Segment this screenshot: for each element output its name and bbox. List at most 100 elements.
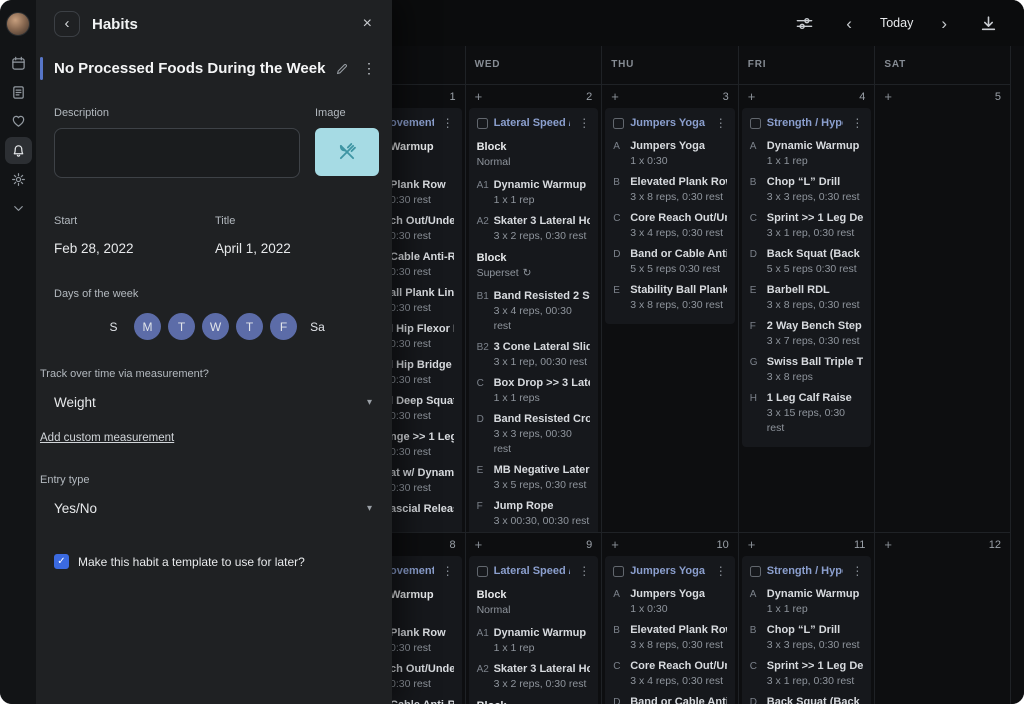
- exercise-item[interactable]: CSprint >> 1 Leg Declarations3 x 1 rep, …: [742, 656, 872, 692]
- today-button[interactable]: Today: [880, 16, 913, 30]
- habit-kebab-menu-icon[interactable]: ⋮: [362, 60, 376, 77]
- exercise-name: Core Reach Out/Under: [630, 211, 727, 226]
- exercise-item[interactable]: A1Dynamic Warmup1 x 1 rep: [469, 623, 599, 659]
- template-checkbox[interactable]: ✓: [54, 554, 69, 569]
- download-button[interactable]: [975, 10, 1002, 37]
- exercise-item[interactable]: CCore Reach Out/Under3 x 4 reps, 0:30 re…: [605, 208, 735, 244]
- workout-checkbox[interactable]: [477, 566, 488, 577]
- exercise-item[interactable]: ADynamic Warmup1 x 1 rep: [742, 136, 872, 172]
- exercise-item[interactable]: A2Skater 3 Lateral Hops >> ...3 x 2 reps…: [469, 659, 599, 695]
- habit-image-thumbnail[interactable]: [315, 128, 379, 176]
- exercise-item[interactable]: CSprint >> 1 Leg Declarations3 x 1 rep, …: [742, 208, 872, 244]
- nav-habits[interactable]: [5, 137, 32, 164]
- exercise-item[interactable]: B1Band Resisted 2 Step Late...3 x 4 reps…: [469, 286, 599, 337]
- user-avatar[interactable]: [6, 12, 30, 36]
- description-input[interactable]: [54, 128, 300, 178]
- workout-checkbox[interactable]: [750, 118, 761, 129]
- day-toggle-t[interactable]: T: [236, 313, 263, 340]
- exercise-name-row: H1 Leg Calf Raise: [750, 391, 864, 406]
- exercise-item[interactable]: CCore Reach Out/Under3 x 4 reps, 0:30 re…: [605, 656, 735, 692]
- exercise-item[interactable]: AJumpers Yoga1 x 0:30: [605, 584, 735, 620]
- add-custom-measurement-link[interactable]: Add custom measurement: [40, 432, 174, 444]
- add-workout-icon[interactable]: +: [611, 90, 619, 103]
- day-toggle-s[interactable]: S: [100, 313, 127, 340]
- panel-title: Habits: [92, 16, 347, 33]
- measurement-select[interactable]: Weight ▾: [54, 395, 372, 410]
- nav-expand[interactable]: [5, 195, 32, 222]
- kebab-menu-icon[interactable]: ⋮: [713, 116, 729, 130]
- exercise-item[interactable]: DBack Squat (Back Off Set)5 x 5 reps 0:3…: [742, 692, 872, 704]
- workout-checkbox[interactable]: [477, 118, 488, 129]
- add-workout-icon[interactable]: +: [884, 90, 892, 103]
- day-toggle-f[interactable]: F: [270, 313, 297, 340]
- workout-card[interactable]: Strength / Hypertro...⋮ADynamic Warmup1 …: [742, 108, 872, 447]
- close-icon[interactable]: ×: [359, 13, 376, 35]
- end-date-field[interactable]: April 1, 2022: [215, 241, 291, 256]
- exercise-item[interactable]: DBack Squat (Back Off Set)5 x 5 reps 0:3…: [742, 244, 872, 280]
- back-button[interactable]: ‹: [54, 11, 80, 37]
- workout-card[interactable]: Jumpers Yoga / Core⋮AJumpers Yoga1 x 0:3…: [605, 556, 735, 704]
- filter-sliders-button[interactable]: [791, 10, 818, 37]
- exercise-item[interactable]: A1Dynamic Warmup1 x 1 rep: [469, 175, 599, 211]
- exercise-name-row: BElevated Plank Row: [613, 623, 727, 638]
- nav-health[interactable]: [5, 108, 32, 135]
- workout-title-row: Strength / Hypertro...⋮: [742, 559, 872, 584]
- nav-calendar[interactable]: [5, 50, 32, 77]
- kebab-menu-icon[interactable]: ⋮: [440, 116, 456, 130]
- exercise-item[interactable]: GSwiss Ball Triple Threat3 x 8 reps: [742, 352, 872, 388]
- exercise-item[interactable]: DBand Resisted Crossover...3 x 3 reps, 0…: [469, 409, 599, 460]
- exercise-item[interactable]: BElevated Plank Row3 x 8 reps, 0:30 rest: [605, 172, 735, 208]
- exercise-name-row: DBack Squat (Back Off Set): [750, 695, 864, 704]
- exercise-item[interactable]: H1 Leg Calf Raise3 x 15 reps, 0:30 rest: [742, 388, 872, 439]
- workout-card[interactable]: Jumpers Yoga / Core⋮AJumpers Yoga1 x 0:3…: [605, 108, 735, 324]
- exercise-item[interactable]: ADynamic Warmup1 x 1 rep: [742, 584, 872, 620]
- exercise-item[interactable]: A2Skater 3 Lateral Hops >> ...3 x 2 reps…: [469, 211, 599, 247]
- exercise-item[interactable]: F2 Way Bench Step Up3 x 7 reps, 0:30 res…: [742, 316, 872, 352]
- day-toggle-t[interactable]: T: [168, 313, 195, 340]
- document-icon: [11, 85, 26, 100]
- prev-week-button[interactable]: ‹: [844, 13, 854, 34]
- exercise-item[interactable]: CBox Drop >> 3 Lateral H...1 x 1 reps: [469, 373, 599, 409]
- exercise-item[interactable]: FJump Rope3 x 00:30, 00:30 rest: [469, 496, 599, 532]
- workout-card[interactable]: Lateral Speed / Plyo⋮BlockNormalA1Dynami…: [469, 108, 599, 532]
- workout-card[interactable]: Lateral Speed / Plyo⋮BlockNormalA1Dynami…: [469, 556, 599, 704]
- exercise-item[interactable]: EBarbell RDL3 x 8 reps, 0:30 rest: [742, 280, 872, 316]
- exercise-item[interactable]: DBand or Cable Anti Rotati...5 x 5 reps …: [605, 244, 735, 280]
- kebab-menu-icon[interactable]: ⋮: [440, 564, 456, 578]
- kebab-menu-icon[interactable]: ⋮: [849, 564, 865, 578]
- day-toggle-sa[interactable]: Sa: [304, 313, 331, 340]
- workout-checkbox[interactable]: [613, 566, 624, 577]
- day-toggle-m[interactable]: M: [134, 313, 161, 340]
- start-date-field[interactable]: Feb 28, 2022: [54, 241, 134, 256]
- nav-settings[interactable]: [5, 166, 32, 193]
- next-week-button[interactable]: ›: [939, 13, 949, 34]
- add-workout-icon[interactable]: +: [748, 538, 756, 551]
- kebab-menu-icon[interactable]: ⋮: [713, 564, 729, 578]
- workout-checkbox[interactable]: [750, 566, 761, 577]
- day-toggle-w[interactable]: W: [202, 313, 229, 340]
- exercise-item[interactable]: BChop “L” Drill3 x 3 reps, 0:30 rest: [742, 172, 872, 208]
- entry-type-select[interactable]: Yes/No ▾: [54, 501, 372, 516]
- calendar-grid: WEDTHUFRISAT +1ovement Q...⋮WarmupPlank …: [328, 46, 1011, 704]
- exercise-name-row: FJump Rope: [477, 499, 591, 514]
- nav-notes[interactable]: [5, 79, 32, 106]
- add-workout-icon[interactable]: +: [475, 90, 483, 103]
- kebab-menu-icon[interactable]: ⋮: [849, 116, 865, 130]
- workout-checkbox[interactable]: [613, 118, 624, 129]
- kebab-menu-icon[interactable]: ⋮: [576, 564, 592, 578]
- exercise-item[interactable]: BElevated Plank Row3 x 8 reps, 0:30 rest: [605, 620, 735, 656]
- kebab-menu-icon[interactable]: ⋮: [576, 116, 592, 130]
- edit-pencil-icon[interactable]: [335, 62, 349, 76]
- add-workout-icon[interactable]: +: [475, 538, 483, 551]
- add-workout-icon[interactable]: +: [748, 90, 756, 103]
- workout-card[interactable]: Strength / Hypertro...⋮ADynamic Warmup1 …: [742, 556, 872, 704]
- exercise-item[interactable]: B23 Cone Lateral Slide3 x 1 rep, 00:30 r…: [469, 337, 599, 373]
- exercise-item[interactable]: EStability Ball Plank Linear ...3 x 8 re…: [605, 280, 735, 316]
- exercise-item[interactable]: EMB Negative Lateral Hop...3 x 5 reps, 0…: [469, 460, 599, 496]
- exercise-item[interactable]: DBand or Cable Anti Rotati...5 x 5 reps …: [605, 692, 735, 704]
- add-workout-icon[interactable]: +: [611, 538, 619, 551]
- exercise-item[interactable]: AJumpers Yoga1 x 0:30: [605, 136, 735, 172]
- exercise-name: Jumpers Yoga: [630, 139, 705, 154]
- exercise-item[interactable]: BChop “L” Drill3 x 3 reps, 0:30 rest: [742, 620, 872, 656]
- add-workout-icon[interactable]: +: [884, 538, 892, 551]
